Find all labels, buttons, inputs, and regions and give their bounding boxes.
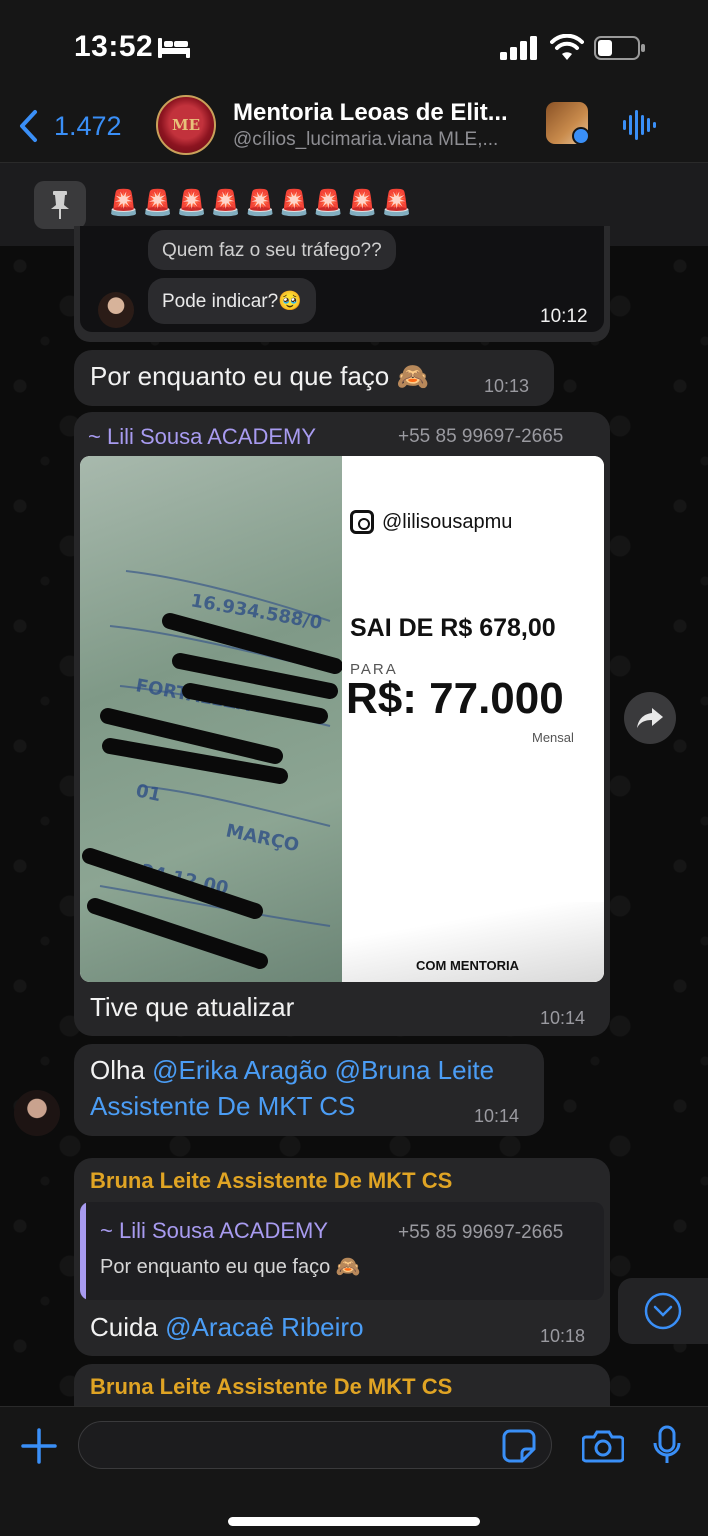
voice-chat-icon[interactable] bbox=[622, 108, 656, 142]
battery-icon bbox=[594, 36, 645, 60]
sender-phone: +55 85 99697-2665 bbox=[398, 426, 564, 447]
message-time: 10:14 bbox=[540, 1008, 586, 1028]
forwarded-screenshot-card[interactable]: Quem faz o seu tráfego?? Pode indicar?🥹 … bbox=[74, 226, 610, 342]
plus-icon[interactable] bbox=[20, 1427, 58, 1465]
wifi-icon bbox=[550, 34, 584, 60]
camera-icon[interactable] bbox=[582, 1429, 624, 1463]
mention-link[interactable]: @Aracaê Ribeiro bbox=[165, 1312, 363, 1342]
cellular-signal-icon bbox=[500, 36, 537, 60]
work-contract-photo: 16.934.588/0 FORTALEZA 01 MARÇO 24.12.00 bbox=[80, 456, 343, 982]
promo-mensal-text: Mensal bbox=[532, 730, 574, 745]
mention-link-continued[interactable]: Assistente De MKT CS bbox=[90, 1091, 355, 1122]
quoted-phone: +55 85 99697-2665 bbox=[398, 1222, 564, 1243]
microphone-icon[interactable] bbox=[652, 1425, 682, 1465]
svg-text:01: 01 bbox=[134, 780, 163, 806]
message-sender[interactable]: ~ Lili Sousa ACADEMY bbox=[88, 424, 316, 450]
group-subtitle[interactable]: @cílios_lucimaria.viana MLE,... bbox=[233, 129, 498, 151]
instagram-icon bbox=[350, 510, 374, 534]
message-image[interactable]: 16.934.588/0 FORTALEZA 01 MARÇO 24.12.00… bbox=[80, 456, 604, 982]
quoted-sender: ~ Lili Sousa ACADEMY bbox=[100, 1218, 329, 1243]
instagram-handle-text: @lilisousapmu bbox=[382, 510, 513, 533]
message-input[interactable] bbox=[78, 1421, 552, 1469]
group-avatar-monogram: ME bbox=[171, 116, 201, 134]
mention-link[interactable]: @Erika Aragão bbox=[152, 1055, 327, 1085]
message-sender[interactable]: Bruna Leite Assistente De MKT CS bbox=[90, 1374, 452, 1400]
instagram-handle: @lilisousapmu bbox=[350, 510, 512, 534]
pin-icon bbox=[34, 181, 86, 229]
sticker-icon[interactable] bbox=[502, 1429, 536, 1463]
avatar bbox=[98, 292, 134, 328]
partial-message-bubble: Quem faz o seu tráfego?? bbox=[148, 230, 396, 270]
forward-button[interactable] bbox=[624, 692, 676, 744]
promo-value: R$: 77.000 bbox=[346, 674, 564, 723]
message-bubble: Pode indicar?🥹 bbox=[148, 278, 316, 324]
message-bubble[interactable]: Olha @Erika Aragão @Bruna Leite Assisten… bbox=[74, 1044, 544, 1136]
quoted-text: Por enquanto eu que faço 🙈 bbox=[100, 1256, 361, 1278]
chevron-down-icon bbox=[644, 1292, 682, 1330]
scroll-down-button[interactable] bbox=[618, 1278, 708, 1344]
back-button[interactable]: 1.472 bbox=[18, 104, 122, 148]
verified-badge-icon bbox=[572, 127, 590, 145]
message-word: Cuida bbox=[90, 1312, 158, 1342]
promo-from-text: SAI DE R$ 678,00 bbox=[350, 614, 556, 642]
mention-link[interactable]: @Bruna Leite bbox=[335, 1055, 494, 1085]
quote-bar bbox=[80, 1202, 86, 1300]
sender-avatar[interactable] bbox=[14, 1090, 60, 1136]
message-text: Olha @Erika Aragão @Bruna Leite bbox=[90, 1055, 494, 1086]
message-text: Por enquanto eu que faço 🙈 bbox=[90, 361, 429, 391]
chevron-left-icon bbox=[20, 110, 37, 142]
image-caption: Tive que atualizar bbox=[90, 992, 295, 1022]
status-bar: 13:52 bbox=[0, 0, 708, 92]
promo-panel: @lilisousapmu SAI DE R$ 678,00 PARA R$: … bbox=[342, 456, 604, 982]
svg-text:MARÇO: MARÇO bbox=[224, 820, 301, 856]
message-time: 10:12 bbox=[540, 306, 588, 327]
group-avatar[interactable]: ME bbox=[156, 95, 216, 155]
promo-footer-text: COM MENTORIA bbox=[416, 958, 520, 973]
message-sender[interactable]: Bruna Leite Assistente De MKT CS bbox=[90, 1168, 452, 1194]
group-title[interactable]: Mentoria Leoas de Elit... bbox=[233, 99, 508, 127]
message-text: Cuida @Aracaê Ribeiro bbox=[90, 1312, 364, 1343]
message-time: 10:18 bbox=[540, 1326, 586, 1346]
message-bubble[interactable]: Por enquanto eu que faço 🙈 10:13 bbox=[74, 350, 554, 406]
message-input-bar bbox=[0, 1406, 708, 1536]
message-time: 10:13 bbox=[484, 376, 530, 396]
share-arrow-icon bbox=[637, 708, 663, 728]
message-time: 10:14 bbox=[474, 1106, 520, 1126]
status-time: 13:52 bbox=[74, 30, 154, 63]
pinned-message-text: 🚨🚨🚨🚨🚨🚨🚨🚨🚨 bbox=[108, 189, 416, 217]
sleep-focus-icon bbox=[158, 38, 190, 58]
home-indicator[interactable] bbox=[228, 1517, 480, 1526]
unread-count: 1.472 bbox=[54, 110, 122, 141]
message-word: Olha bbox=[90, 1055, 145, 1085]
quoted-message[interactable]: ~ Lili Sousa ACADEMY +55 85 99697-2665 P… bbox=[80, 1202, 604, 1300]
chat-header: 1.472 ME Mentoria Leoas de Elit... @cíli… bbox=[0, 92, 708, 162]
